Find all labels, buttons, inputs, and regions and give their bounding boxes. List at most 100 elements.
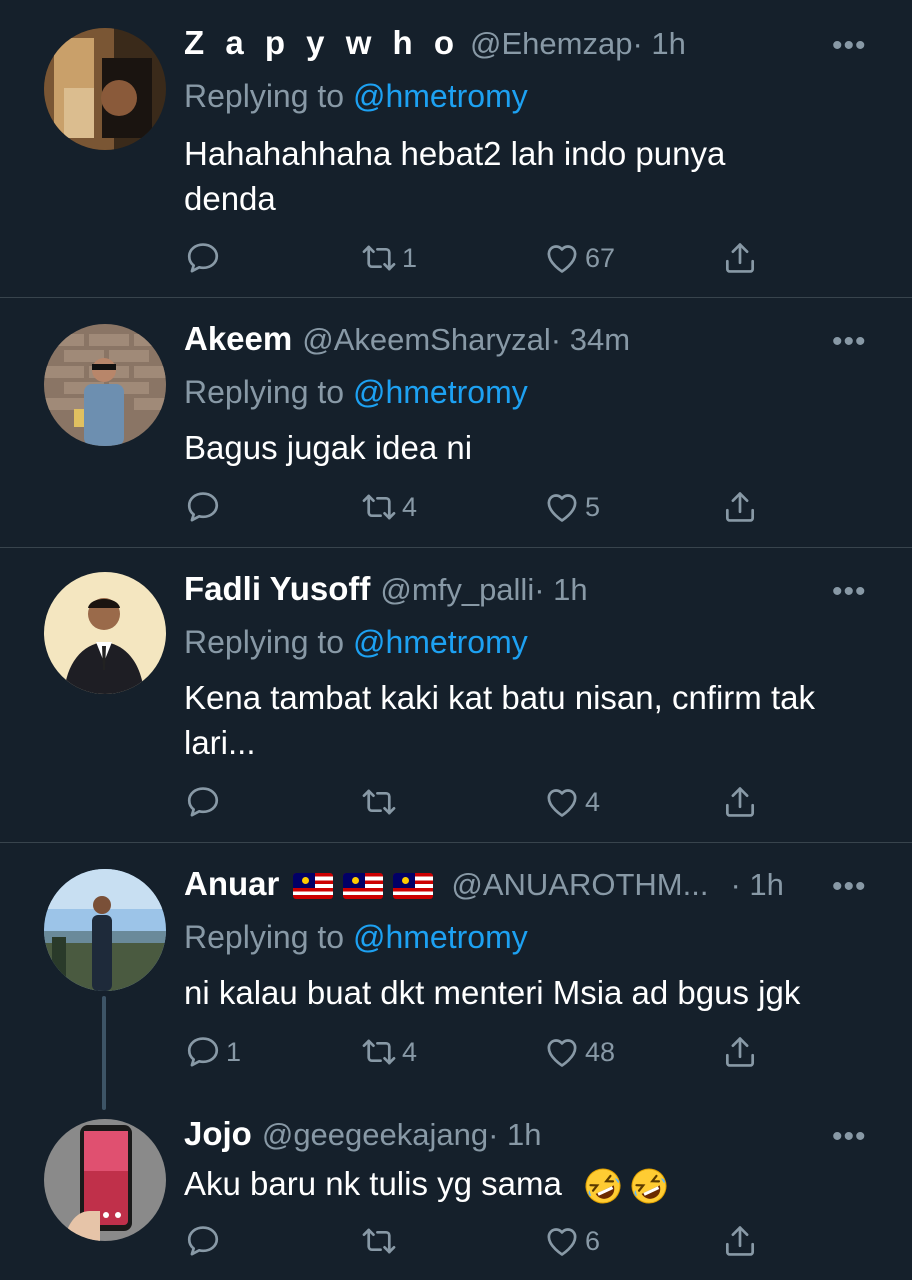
more-options-icon[interactable]: ••• [832, 1122, 867, 1152]
retweet-icon [360, 488, 398, 526]
timestamp[interactable]: · 1h [488, 1117, 541, 1153]
tweet-actions: 4 [0, 783, 912, 823]
heart-icon [543, 1033, 581, 1071]
reply-icon [184, 1033, 222, 1071]
tweet-text: Hahahahhaha hebat2 lah indo punya denda [184, 135, 726, 217]
timestamp[interactable]: · 1h [632, 26, 685, 62]
retweet-icon [360, 239, 398, 277]
tweet[interactable]: Anuar @ANUAROTHM... · 1h ••• Replying to… [0, 843, 912, 1105]
tweet-text: Aku baru nk tulis yg sama [184, 1165, 562, 1202]
more-options-icon[interactable]: ••• [832, 327, 867, 357]
tweet[interactable]: Fadli Yusoff @mfy_palli · 1h ••• Replyin… [0, 548, 912, 842]
replying-to: Replying to @hmetromy [184, 374, 528, 411]
tweet-actions: 4 5 [0, 488, 912, 528]
display-name[interactable]: Anuar [184, 865, 279, 903]
like-button[interactable]: 4 [543, 783, 600, 821]
replying-to-label: Replying to [184, 374, 353, 410]
like-button[interactable]: 67 [543, 239, 615, 277]
heart-icon [543, 1222, 581, 1260]
reply-button[interactable] [184, 1222, 226, 1260]
avatar[interactable] [44, 324, 166, 446]
avatar[interactable] [44, 572, 166, 694]
reply-icon [184, 488, 222, 526]
replying-to-link[interactable]: @hmetromy [353, 78, 528, 114]
retweet-icon [360, 783, 398, 821]
share-button[interactable] [721, 239, 759, 277]
share-button[interactable] [721, 1033, 759, 1071]
like-button[interactable]: 5 [543, 488, 600, 526]
share-icon [721, 1033, 759, 1071]
user-handle[interactable]: @ANUAROTHM... [451, 867, 708, 903]
tweet-text: ni kalau buat dkt menteri Msia ad bgus j… [184, 974, 801, 1011]
like-count: 4 [585, 786, 601, 817]
share-button[interactable] [721, 783, 759, 821]
like-count: 67 [585, 242, 616, 273]
rolling-on-floor-laughing-emoji [629, 1166, 669, 1206]
user-handle[interactable]: @AkeemSharyzal [302, 322, 551, 358]
replying-to-label: Replying to [184, 624, 353, 660]
display-name[interactable]: Jojo [184, 1115, 252, 1153]
thread-connector [102, 996, 106, 1110]
tweet-actions: 1 67 [0, 239, 912, 279]
reply-button[interactable] [184, 239, 226, 277]
retweet-icon [360, 1033, 398, 1071]
retweet-button[interactable]: 4 [360, 488, 417, 526]
heart-icon [543, 239, 581, 277]
tweet-text-container: Aku baru nk tulis yg sama [184, 1161, 874, 1206]
display-name[interactable]: Z a p y w h o [184, 24, 460, 62]
replying-to-link[interactable]: @hmetromy [353, 374, 528, 410]
avatar[interactable] [44, 28, 166, 150]
retweet-icon [360, 1222, 398, 1260]
like-button[interactable]: 48 [543, 1033, 615, 1071]
replying-to-link[interactable]: @hmetromy [353, 624, 528, 660]
more-options-icon[interactable]: ••• [832, 31, 867, 61]
timestamp[interactable]: · 1h [730, 867, 783, 903]
tweet-text: Bagus jugak idea ni [184, 429, 473, 466]
timestamp[interactable]: · 34m [551, 322, 630, 358]
more-options-icon[interactable]: ••• [832, 872, 867, 902]
tweet-actions: 6 [0, 1222, 912, 1262]
share-icon [721, 1222, 759, 1260]
reply-button[interactable] [184, 783, 226, 821]
retweet-button[interactable] [360, 1222, 402, 1260]
tweet-actions: 1 4 48 [0, 1033, 912, 1073]
avatar[interactable] [44, 869, 166, 991]
like-button[interactable]: 6 [543, 1222, 600, 1260]
share-icon [721, 239, 759, 277]
share-button[interactable] [721, 488, 759, 526]
share-icon [721, 783, 759, 821]
tweet[interactable]: Z a p y w h o @Ehemzap · 1h ••• Replying… [0, 0, 912, 297]
tweet[interactable]: Jojo @geegeekajang · 1h ••• Aku baru nk … [0, 1105, 912, 1280]
malaysia-flag-icon [343, 873, 384, 899]
user-handle[interactable]: @geegeekajang [262, 1117, 488, 1153]
malaysia-flag-icon [393, 873, 434, 899]
user-handle[interactable]: @mfy_palli [380, 572, 534, 608]
retweet-button[interactable]: 4 [360, 1033, 417, 1071]
replying-to: Replying to @hmetromy [184, 78, 528, 115]
display-name[interactable]: Fadli Yusoff [184, 570, 370, 608]
retweet-button[interactable] [360, 783, 402, 821]
like-count: 5 [585, 491, 601, 522]
reply-icon [184, 239, 222, 277]
like-count: 6 [585, 1225, 601, 1256]
timestamp[interactable]: · 1h [534, 572, 587, 608]
replying-to-link[interactable]: @hmetromy [353, 919, 528, 955]
user-handle[interactable]: @Ehemzap [470, 26, 632, 62]
heart-icon [543, 783, 581, 821]
replying-to: Replying to @hmetromy [184, 919, 528, 956]
flag-emojis [293, 873, 434, 899]
reply-count: 1 [226, 1036, 242, 1067]
tweet[interactable]: Akeem @AkeemSharyzal · 34m ••• Replying … [0, 298, 912, 547]
reply-button[interactable] [184, 488, 226, 526]
reply-icon [184, 783, 222, 821]
more-options-icon[interactable]: ••• [832, 577, 867, 607]
display-name[interactable]: Akeem [184, 320, 292, 358]
malaysia-flag-icon [293, 873, 334, 899]
reply-button[interactable]: 1 [184, 1033, 241, 1071]
retweet-button[interactable]: 1 [360, 239, 417, 277]
like-count: 48 [585, 1036, 616, 1067]
share-button[interactable] [721, 1222, 759, 1260]
replying-to-label: Replying to [184, 919, 353, 955]
reply-icon [184, 1222, 222, 1260]
tweet-text: Kena tambat kaki kat batu nisan, cnfirm … [184, 679, 815, 761]
